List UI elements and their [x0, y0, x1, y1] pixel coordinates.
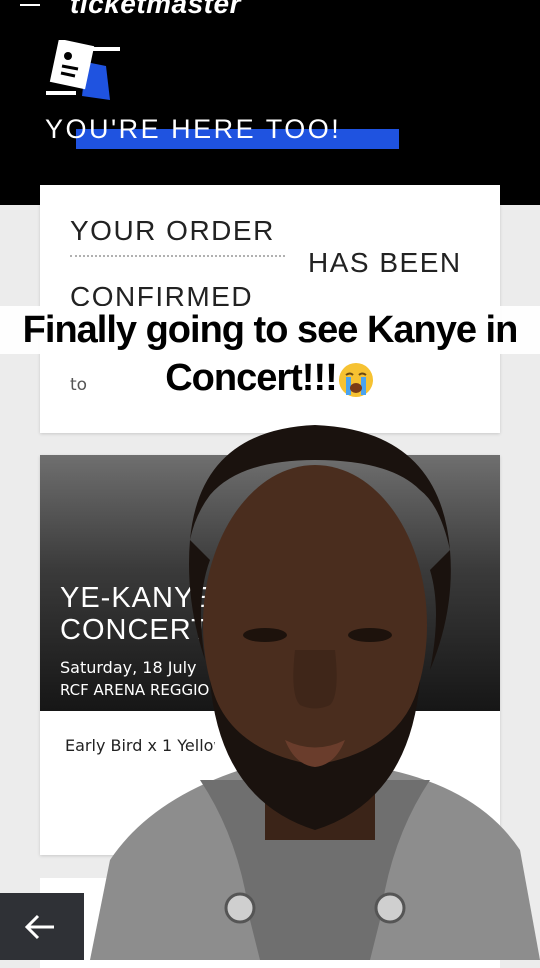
brand-logo: ticketmaster: [70, 0, 241, 19]
redacted-order-number: [70, 255, 285, 263]
person-video-overlay: [90, 425, 540, 960]
crying-face-emoji-icon: [338, 362, 373, 397]
back-button[interactable]: [0, 893, 84, 960]
back-arrow-icon: [24, 914, 54, 940]
video-caption-text: Concert!!!: [165, 357, 338, 399]
ticket-icon: [46, 40, 120, 100]
video-caption-line1: Finally going to see Kanye in: [0, 306, 540, 354]
order-heading-line1: YOUR ORDER: [70, 215, 275, 246]
app-header: ticketmaster YOU'RE HERE TOO!: [0, 0, 540, 205]
order-detail-text: to: [70, 375, 88, 395]
menu-icon[interactable]: [20, 4, 40, 6]
banner-title: YOU'RE HERE TOO!: [45, 114, 342, 144]
order-heading-line2: HAS BEEN: [308, 247, 462, 278]
video-caption-line2: Concert!!!: [150, 354, 390, 402]
